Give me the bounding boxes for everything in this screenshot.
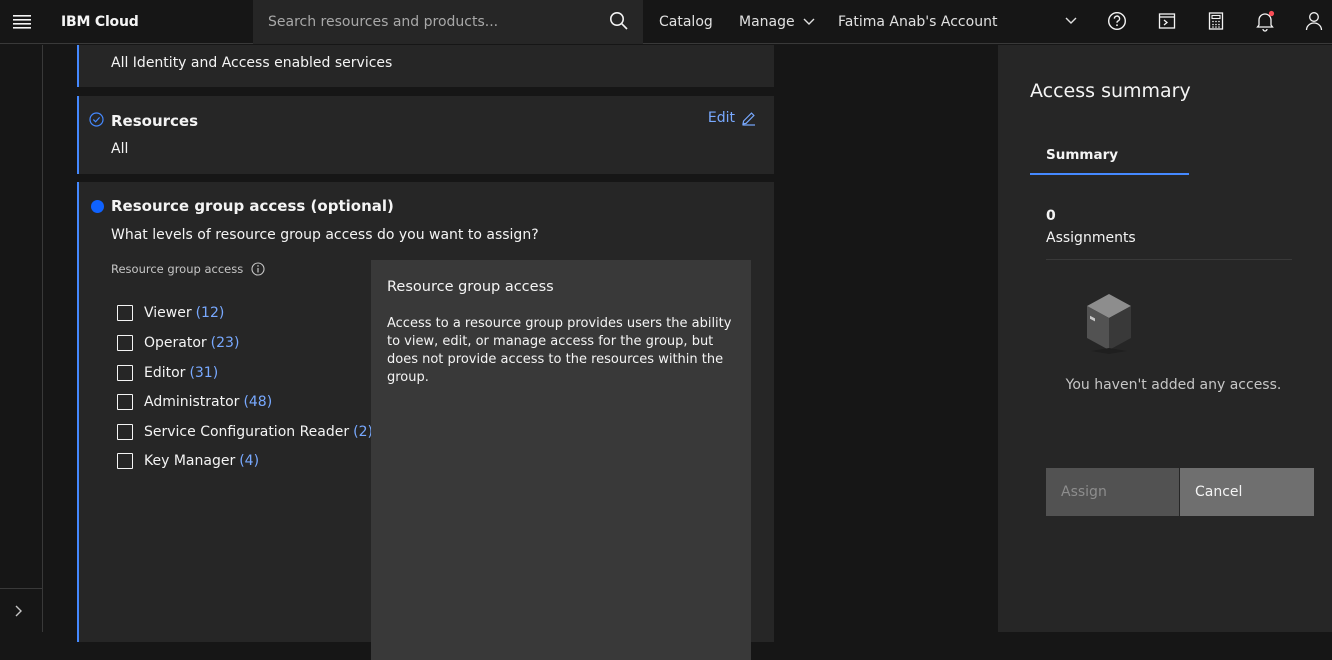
resource-group-info-panel: Resource group access Access to a resour… (371, 260, 751, 660)
chevron-right-icon[interactable] (11, 602, 27, 624)
role-count: (12) (195, 305, 225, 321)
role-label: Operator (144, 335, 207, 351)
role-label: Service Configuration Reader (144, 424, 350, 440)
cancel-button[interactable]: Cancel (1180, 468, 1314, 516)
edit-icon (741, 111, 756, 126)
rail-divider (0, 588, 42, 589)
resource-group-access-card: Resource group access (optional) What le… (77, 182, 774, 660)
assignments-count: 0 (1046, 208, 1056, 224)
chevron-down-icon[interactable] (1060, 10, 1082, 32)
checkbox[interactable] (117, 394, 133, 410)
brand-name[interactable]: IBM Cloud (44, 14, 253, 30)
role-checkbox-viewer[interactable]: Viewer (12) (117, 303, 224, 323)
checkmark-outline-icon (89, 112, 104, 131)
catalog-link[interactable]: Catalog (659, 0, 713, 44)
assign-button[interactable]: Assign (1046, 468, 1179, 516)
role-count: (2) (353, 424, 373, 440)
resource-group-question: What levels of resource group access do … (111, 227, 539, 243)
edit-label: Edit (707, 110, 735, 126)
assignments-label: Assignments (1046, 230, 1136, 246)
services-card: All Identity and Access enabled services (77, 45, 774, 87)
empty-state-text: You haven't added any access. (1065, 377, 1282, 393)
role-count: (4) (239, 453, 260, 469)
search-icon[interactable] (609, 11, 629, 35)
notification-icon[interactable] (1254, 10, 1276, 32)
manage-menu[interactable]: Manage (739, 0, 815, 44)
role-label: Key Manager (144, 453, 236, 469)
role-checkbox-administrator[interactable]: Administrator (48) (117, 392, 272, 412)
left-rail (0, 45, 43, 632)
role-count: (23) (210, 335, 240, 351)
resource-group-title: Resource group access (optional) (111, 197, 394, 215)
edit-resources-link[interactable]: Edit (708, 110, 756, 126)
checkbox[interactable] (117, 453, 133, 469)
terminal-icon[interactable] (1156, 10, 1178, 32)
tab-summary[interactable]: Summary (1030, 138, 1189, 175)
search-bar (253, 0, 643, 44)
checkbox[interactable] (117, 424, 133, 440)
services-value: All Identity and Access enabled services (111, 55, 393, 71)
menu-icon[interactable] (0, 0, 44, 44)
resources-title: Resources (111, 112, 199, 130)
resources-card: Resources All Edit (77, 96, 774, 174)
information-icon[interactable] (251, 262, 265, 276)
checkbox[interactable] (117, 365, 133, 381)
calculator-icon[interactable] (1205, 10, 1227, 32)
field-label-text: Resource group access (111, 262, 244, 276)
main-content: All Identity and Access enabled services… (44, 45, 998, 660)
role-checkbox-operator[interactable]: Operator (23) (117, 333, 239, 353)
role-count: (48) (243, 394, 273, 410)
role-label: Administrator (144, 394, 240, 410)
chevron-down-icon (803, 18, 815, 26)
manage-label: Manage (739, 14, 795, 30)
empty-state-cube-icon (1083, 290, 1135, 360)
role-checkbox-editor[interactable]: Editor (31) (117, 363, 218, 383)
role-label: Editor (144, 365, 186, 381)
role-label: Viewer (144, 305, 192, 321)
current-step-icon (91, 200, 104, 213)
info-panel-title: Resource group access (387, 279, 554, 295)
access-summary-title: Access summary (1030, 80, 1191, 102)
role-checkbox-service-configuration-reader[interactable]: Service Configuration Reader (2) (117, 422, 373, 442)
role-checkbox-key-manager[interactable]: Key Manager (4) (117, 451, 259, 471)
search-input[interactable] (253, 0, 593, 44)
role-count: (31) (189, 365, 219, 381)
resources-value: All (111, 141, 129, 157)
access-summary-panel: Access summary Summary 0 Assignments You… (998, 45, 1332, 632)
checkbox[interactable] (117, 335, 133, 351)
account-switcher-label[interactable]: Fatima Anab's Account (838, 0, 997, 44)
help-icon[interactable] (1106, 10, 1128, 32)
info-panel-body: Access to a resource group provides user… (387, 316, 732, 385)
resource-group-field-label: Resource group access (111, 262, 265, 276)
checkbox[interactable] (117, 305, 133, 321)
user-icon[interactable] (1303, 10, 1325, 32)
summary-divider (1046, 259, 1292, 260)
